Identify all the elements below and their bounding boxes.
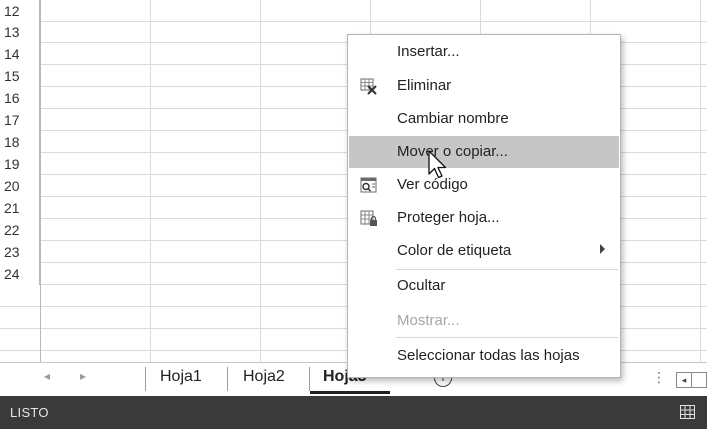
row-header[interactable]: 22 [0,219,40,241]
previous-sheet-button[interactable]: ◂ [44,369,50,383]
scroll-left-button[interactable]: ◂ [676,372,692,388]
row-header[interactable]: 18 [0,131,40,153]
menu-item-label: Cambiar nombre [397,110,509,127]
submenu-arrow-icon [600,244,605,254]
menu-item-insertar[interactable]: Insertar... [349,36,619,68]
menu-item-label: Eliminar [397,77,452,94]
column-divider [260,0,261,362]
status-text: LISTO [10,405,49,420]
row-header[interactable]: 20 [0,175,40,197]
sheet-tab-hoja2[interactable]: Hoja2 [243,368,285,386]
column-divider [40,0,41,362]
row-header[interactable]: 23 [0,241,40,263]
menu-item-label: Ocultar [397,277,446,294]
mouse-pointer-icon [428,150,447,179]
column-divider [700,0,701,362]
menu-item-label: Mover o copiar... [397,143,508,160]
sheet-tab-hoja1[interactable]: Hoja1 [160,368,202,386]
sheet-context-menu: Insertar... Eliminar Cambiar nombre Move… [347,34,621,378]
menu-item-ocultar[interactable]: Ocultar [349,270,619,302]
menu-item-cambiar-nombre[interactable]: Cambiar nombre [349,103,619,135]
menu-item-label: Insertar... [397,43,460,60]
status-bar: LISTO [0,396,707,429]
menu-item-label: Proteger hoja... [397,209,500,226]
row-header[interactable]: 19 [0,153,40,175]
row-header[interactable]: 21 [0,197,40,219]
normal-view-icon[interactable] [680,405,695,419]
next-sheet-button[interactable]: ▸ [80,369,86,383]
menu-item-eliminar[interactable]: Eliminar [349,70,619,102]
menu-item-mostrar: Mostrar... [349,305,619,337]
grid-row[interactable]: 12 [0,0,707,22]
menu-item-mover-o-copiar[interactable]: Mover o copiar... [349,136,619,168]
menu-item-color-de-etiqueta[interactable]: Color de etiqueta [349,235,619,267]
view-code-icon [360,177,377,193]
delete-sheet-icon [360,78,377,95]
column-divider [150,0,151,362]
menu-item-seleccionar-todas-las-hojas[interactable]: Seleccionar todas las hojas [349,340,619,372]
row-header[interactable]: 12 [0,0,40,22]
row-header[interactable]: 13 [0,21,40,43]
menu-separator [396,337,618,338]
active-tab-indicator [310,391,390,394]
tab-separator [309,367,310,391]
menu-item-proteger-hoja[interactable]: Proteger hoja... [349,202,619,234]
tab-separator [227,367,228,391]
row-header[interactable]: 14 [0,43,40,65]
row-header[interactable]: 16 [0,87,40,109]
row-header[interactable]: 17 [0,109,40,131]
menu-item-label: Seleccionar todas las hojas [397,347,580,364]
row-header[interactable]: 24 [0,263,40,285]
protect-sheet-icon [360,210,377,226]
row-header[interactable]: 15 [0,65,40,87]
menu-item-label: Mostrar... [397,312,460,329]
horizontal-scrollbar[interactable] [692,372,707,388]
tab-split-handle[interactable]: ⋮ [652,369,666,386]
menu-item-ver-codigo[interactable]: Ver código [349,169,619,201]
tab-separator [145,367,146,391]
menu-item-label: Color de etiqueta [397,242,512,259]
